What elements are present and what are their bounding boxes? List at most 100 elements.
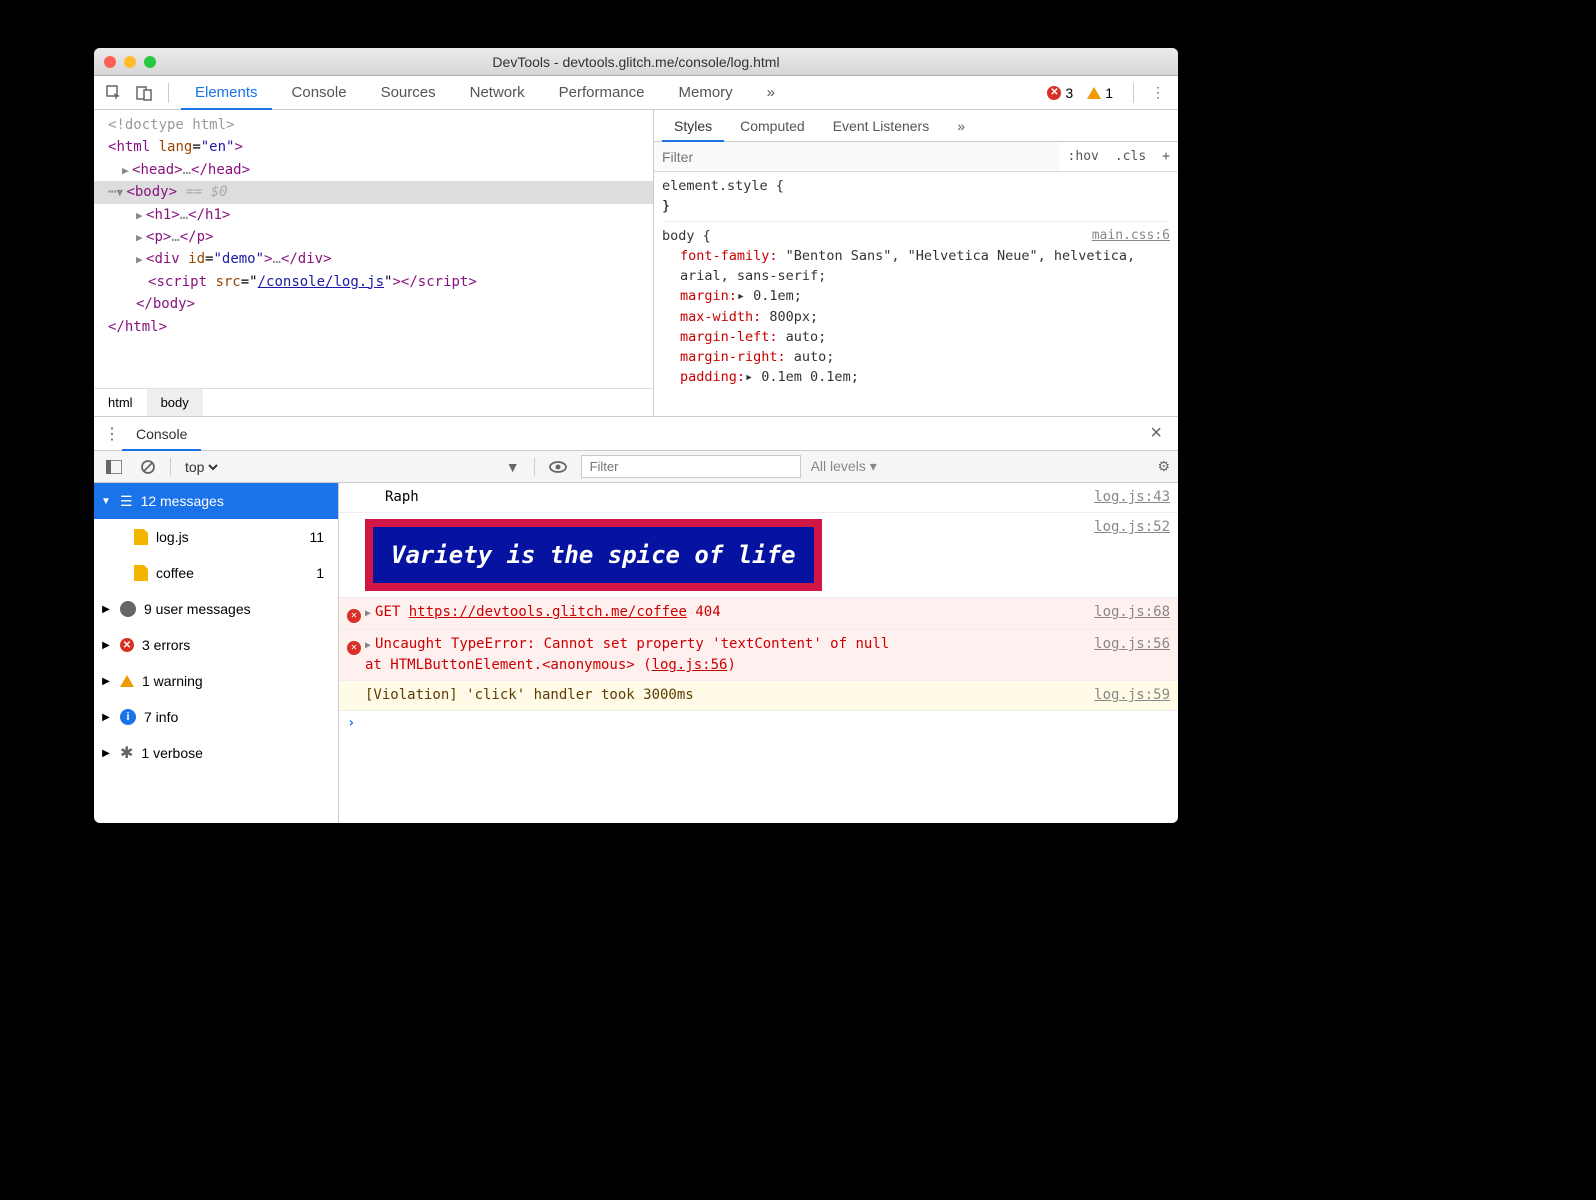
breadcrumb: html body: [94, 388, 653, 416]
request-url[interactable]: https://devtools.glitch.me/coffee: [409, 604, 687, 620]
sidebar-verbose[interactable]: ▶ ✱ 1 verbose: [94, 735, 338, 771]
sidebar-info[interactable]: ▶ i 7 info: [94, 699, 338, 735]
warning-icon: [120, 675, 134, 687]
expand-icon[interactable]: ▶: [136, 251, 146, 269]
styles-filter-bar: :hov .cls +: [654, 142, 1178, 172]
sidebar-toggle-icon[interactable]: [102, 460, 126, 474]
error-icon: ✕: [347, 641, 361, 655]
sidebar-item-coffee[interactable]: coffee 1: [94, 555, 338, 591]
sidebar-errors[interactable]: ▶ ✕ 3 errors: [94, 627, 338, 663]
tab-elements[interactable]: Elements: [181, 76, 272, 110]
inspect-icon[interactable]: [102, 81, 126, 105]
breadcrumb-html[interactable]: html: [94, 389, 147, 416]
warning-icon: [1087, 87, 1101, 99]
main-tabbar: Elements Console Sources Network Perform…: [94, 76, 1178, 110]
cls-button[interactable]: .cls: [1107, 149, 1154, 164]
file-icon: [134, 565, 148, 581]
gear-icon[interactable]: ⚙: [1157, 458, 1170, 475]
prompt-caret-icon: ›: [347, 715, 363, 731]
drawer-menu-icon[interactable]: ⋮: [102, 424, 122, 444]
styled-log: Variety is the spice of life: [365, 519, 822, 591]
chevron-down-icon: ▼: [100, 496, 112, 507]
list-icon: ☰: [120, 493, 133, 510]
sidebar-user-messages[interactable]: ▶ 9 user messages: [94, 591, 338, 627]
expand-icon[interactable]: ▶: [136, 207, 146, 225]
main-split: <!doctype html> <html lang="en"> ▶<head>…: [94, 110, 1178, 417]
styles-tabs: Styles Computed Event Listeners »: [654, 110, 1178, 142]
chevron-right-icon: ▶: [100, 676, 112, 687]
expand-icon[interactable]: ▶: [365, 606, 375, 621]
console-drawer-tabs: ⋮ Console ×: [94, 417, 1178, 451]
error-icon: ✕: [120, 638, 134, 652]
titlebar: DevTools - devtools.glitch.me/console/lo…: [94, 48, 1178, 76]
error-message[interactable]: ✕ ▶Uncaught TypeError: Cannot set proper…: [339, 630, 1178, 681]
chevron-right-icon: ▶: [100, 640, 112, 651]
error-message[interactable]: ✕ ▶GET https://devtools.glitch.me/coffee…: [339, 598, 1178, 630]
tab-network[interactable]: Network: [456, 76, 539, 110]
clear-console-icon[interactable]: [136, 459, 160, 475]
source-link[interactable]: log.js:43: [1086, 487, 1170, 508]
stab-computed[interactable]: Computed: [728, 110, 817, 142]
expand-icon[interactable]: ▶: [365, 638, 375, 653]
source-link[interactable]: log.js:56: [1086, 634, 1170, 655]
error-badge[interactable]: ✕3: [1047, 85, 1073, 101]
dom-doctype[interactable]: <!doctype html>: [108, 117, 234, 133]
live-expression-icon[interactable]: [545, 461, 571, 473]
console-toolbar: top ▼ All levels ▾ ⚙: [94, 451, 1178, 483]
console-split: ▼ ☰ 12 messages log.js 11 coffee 1 ▶ 9 u…: [94, 483, 1178, 823]
user-icon: [120, 601, 136, 617]
stack-link[interactable]: log.js:56: [652, 657, 728, 673]
hov-button[interactable]: :hov: [1060, 149, 1107, 164]
device-icon[interactable]: [132, 81, 156, 105]
expand-icon[interactable]: ▶: [136, 229, 146, 247]
dom-body-selected[interactable]: ⋯▼<body> == $0: [94, 181, 653, 203]
drawer-tab-console[interactable]: Console: [122, 417, 201, 451]
stab-overflow[interactable]: »: [945, 110, 977, 142]
context-selector[interactable]: top: [181, 458, 221, 476]
source-link[interactable]: log.js:59: [1086, 685, 1170, 706]
console-sidebar: ▼ ☰ 12 messages log.js 11 coffee 1 ▶ 9 u…: [94, 483, 339, 823]
sidebar-messages[interactable]: ▼ ☰ 12 messages: [94, 483, 338, 519]
dom-tree[interactable]: <!doctype html> <html lang="en"> ▶<head>…: [94, 110, 653, 388]
log-message[interactable]: Raph log.js:43: [339, 483, 1178, 513]
sidebar-warnings[interactable]: ▶ 1 warning: [94, 663, 338, 699]
styles-body[interactable]: element.style { } main.css:6body { font-…: [654, 172, 1178, 416]
info-icon: i: [120, 709, 136, 725]
tab-console[interactable]: Console: [278, 76, 361, 110]
drawer-close-icon[interactable]: ×: [1142, 422, 1170, 445]
error-icon: ✕: [1047, 86, 1061, 100]
styles-panel: Styles Computed Event Listeners » :hov .…: [654, 110, 1178, 416]
menu-icon[interactable]: ⋮: [1146, 81, 1170, 105]
sidebar-item-logjs[interactable]: log.js 11: [94, 519, 338, 555]
log-message-styled[interactable]: Variety is the spice of life log.js:52: [339, 513, 1178, 598]
stab-listeners[interactable]: Event Listeners: [821, 110, 942, 142]
divider: [168, 83, 169, 103]
window-title: DevTools - devtools.glitch.me/console/lo…: [94, 54, 1178, 70]
console-filter-input[interactable]: [581, 455, 801, 478]
stab-styles[interactable]: Styles: [662, 110, 724, 142]
tab-performance[interactable]: Performance: [545, 76, 659, 110]
console-prompt[interactable]: ›: [339, 711, 1178, 735]
file-icon: [134, 529, 148, 545]
add-rule-button[interactable]: +: [1154, 149, 1178, 164]
devtools-window: DevTools - devtools.glitch.me/console/lo…: [94, 48, 1178, 823]
chevron-right-icon: ▶: [100, 748, 112, 759]
console-messages: Raph log.js:43 Variety is the spice of l…: [339, 483, 1178, 823]
divider: [1133, 83, 1134, 103]
expand-icon[interactable]: ▶: [122, 162, 132, 180]
chevron-down-icon[interactable]: ▼: [502, 459, 524, 475]
bug-icon: ✱: [120, 743, 133, 763]
breadcrumb-body[interactable]: body: [147, 389, 203, 416]
violation-message[interactable]: [Violation] 'click' handler took 3000ms …: [339, 681, 1178, 711]
log-levels-selector[interactable]: All levels ▾: [811, 458, 877, 475]
css-source-link[interactable]: main.css:6: [1092, 226, 1170, 246]
tab-sources[interactable]: Sources: [367, 76, 450, 110]
source-link[interactable]: log.js:68: [1086, 602, 1170, 623]
chevron-right-icon: ▶: [100, 604, 112, 615]
source-link[interactable]: log.js:52: [1086, 517, 1170, 538]
tab-overflow[interactable]: »: [753, 76, 789, 110]
warning-badge[interactable]: 1: [1087, 85, 1113, 101]
tab-memory[interactable]: Memory: [665, 76, 747, 110]
error-icon: ✕: [347, 609, 361, 623]
styles-filter-input[interactable]: [654, 142, 1060, 171]
